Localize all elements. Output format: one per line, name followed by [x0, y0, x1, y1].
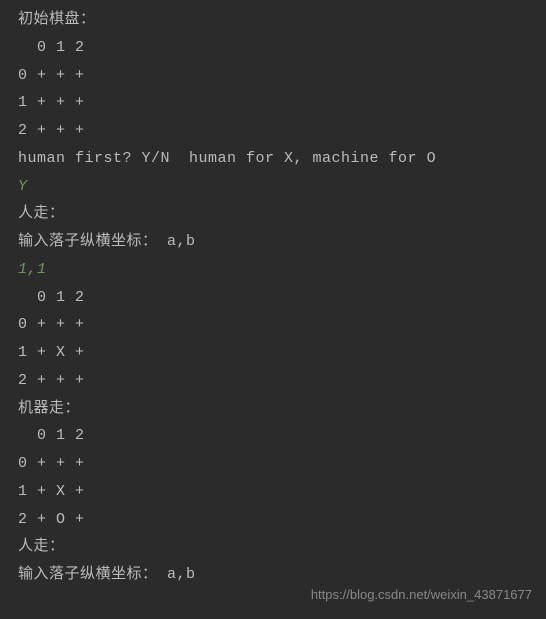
terminal-output-line: 0 + + +: [18, 311, 528, 339]
terminal-output-line: 2 + + +: [18, 117, 528, 145]
terminal-output-line: human first? Y/N human for X, machine fo…: [18, 145, 528, 173]
terminal-output-line: 1 + X +: [18, 339, 528, 367]
terminal-output-line: 0 + + +: [18, 62, 528, 90]
watermark-text: https://blog.csdn.net/weixin_43871677: [311, 583, 532, 607]
terminal-output-container: 初始棋盘： 0 1 20 + + +1 + + +2 + + +human fi…: [18, 6, 528, 589]
terminal-output-line: 1 + X +: [18, 478, 528, 506]
terminal-output-line: 0 + + +: [18, 450, 528, 478]
terminal-input-line: Y: [18, 173, 528, 201]
terminal-output-line: 输入落子纵横坐标： a,b: [18, 228, 528, 256]
terminal-output-line: 人走：: [18, 533, 528, 561]
terminal-output-line: 0 1 2: [18, 34, 528, 62]
terminal-output-line: 机器走：: [18, 395, 528, 423]
terminal-output-line: 0 1 2: [18, 422, 528, 450]
terminal-output-line: 人走：: [18, 200, 528, 228]
terminal-output-line: 2 + + +: [18, 367, 528, 395]
terminal-output-line: 1 + + +: [18, 89, 528, 117]
terminal-output-line: 0 1 2: [18, 284, 528, 312]
terminal-output-line: 初始棋盘：: [18, 6, 528, 34]
terminal-input-line: 1,1: [18, 256, 528, 284]
terminal-output-line: 2 + O +: [18, 506, 528, 534]
